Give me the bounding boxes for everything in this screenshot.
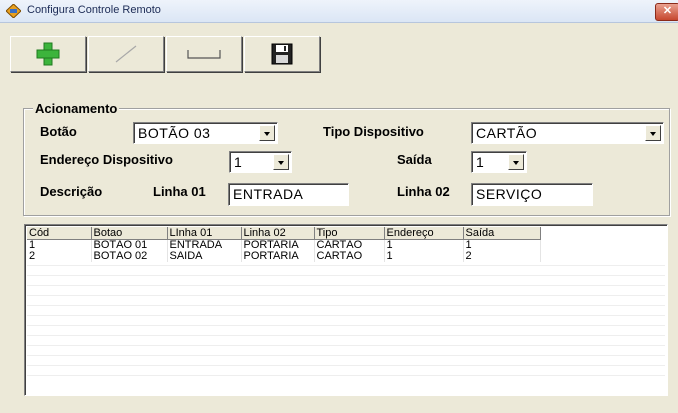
close-icon: ✕ [662,5,673,17]
descricao-label: Descrição [40,184,103,199]
grid-row-separator [27,335,665,336]
tipo-dispositivo-select[interactable]: CARTÃO [471,122,664,144]
toolbar [10,36,322,72]
table-row[interactable]: 2 BOTÃO 02 SAIDA PORTARIA CARTÃO 1 2 [27,251,541,262]
botao-label: Botão [40,124,77,139]
cell-linha01: SAIDA [167,251,242,262]
saida-label: Saída [397,152,432,167]
clear-button[interactable] [166,36,242,72]
linha02-input[interactable]: SERVIÇO [471,183,593,206]
column-header-linha01[interactable]: LInha 01 [167,227,242,240]
edit-button[interactable] [88,36,164,72]
cell-endereco: 1 [384,239,464,251]
app-icon [6,4,21,18]
grid-row-separator [27,325,665,326]
cell-tipo: CARTÃO [314,251,385,262]
tipo-dispositivo-select-value: CARTÃO [476,125,538,141]
linha02-input-value: SERVIÇO [476,186,543,202]
cell-endereco: 1 [384,251,464,262]
eraser-icon [187,50,221,59]
botao-select-value: BOTÃO 03 [138,125,211,141]
endereco-dispositivo-select-value: 1 [234,154,243,170]
linha01-label: Linha 01 [153,184,206,199]
close-button[interactable]: ✕ [655,3,678,21]
grid-table: Cód Botao LInha 01 Linha 02 Tipo Endereç… [27,227,541,262]
grid-row-separator [27,285,665,286]
column-header-endereco[interactable]: Endereço [384,227,464,240]
column-header-linha02[interactable]: Linha 02 [241,227,315,240]
grid-row-separator [27,265,665,266]
cell-linha01: ENTRADA [167,239,242,251]
table-row[interactable]: 1 BOTÃO 01 ENTRADA PORTARIA CARTÃO 1 1 [27,239,541,251]
chevron-down-icon[interactable] [508,154,524,170]
endereco-dispositivo-select[interactable]: 1 [229,151,292,173]
column-header-tipo[interactable]: Tipo [314,227,385,240]
cell-cod: 2 [27,251,92,262]
saida-select[interactable]: 1 [471,151,527,173]
grid-row-separator [27,305,665,306]
grid-row-separator [27,375,665,376]
column-header-botao[interactable]: Botao [91,227,168,240]
cell-botao: BOTÃO 02 [91,251,168,262]
grid-row-separator [27,365,665,366]
cell-linha02: PORTARIA [241,239,315,251]
linha01-input-value: ENTRADA [233,186,304,202]
grid-header-row: Cód Botao LInha 01 Linha 02 Tipo Endereç… [27,227,541,240]
grid-row-separator [27,275,665,276]
tipo-dispositivo-label: Tipo Dispositivo [323,124,424,139]
cell-saida: 2 [463,251,541,262]
title-bar[interactable]: Configura Controle Remoto ✕ [0,0,678,23]
floppy-disk-icon [271,43,293,65]
configura-controle-remoto-window: Configura Controle Remoto ✕ Acionamento … [0,0,678,413]
endereco-dispositivo-label: Endereço Dispositivo [40,152,173,167]
botao-select[interactable]: BOTÃO 03 [133,122,278,144]
column-header-cod[interactable]: Cód [27,227,92,240]
add-button[interactable] [10,36,86,72]
cell-linha02: PORTARIA [241,251,315,262]
chevron-down-icon[interactable] [259,125,275,141]
linha01-input[interactable]: ENTRADA [228,183,349,206]
cell-botao: BOTÃO 01 [91,239,168,251]
chevron-down-icon[interactable] [273,154,289,170]
saida-select-value: 1 [476,154,485,170]
remote-control-grid[interactable]: Cód Botao LInha 01 Linha 02 Tipo Endereç… [24,224,668,396]
window-title: Configura Controle Remoto [27,4,161,16]
column-header-saida[interactable]: Saída [463,227,541,240]
plus-icon [36,42,60,66]
chevron-down-icon[interactable] [645,125,661,141]
grid-row-separator [27,355,665,356]
acionamento-group-title: Acionamento [33,101,120,116]
cell-saida: 1 [463,239,541,251]
grid-row-separator [27,295,665,296]
save-button[interactable] [244,36,320,72]
grid-row-separator [27,315,665,316]
grid-row-separator [27,345,665,346]
linha02-label: Linha 02 [397,184,450,199]
cell-tipo: CARTÃO [314,239,385,251]
pencil-line-icon [115,45,137,63]
cell-cod: 1 [27,239,92,251]
